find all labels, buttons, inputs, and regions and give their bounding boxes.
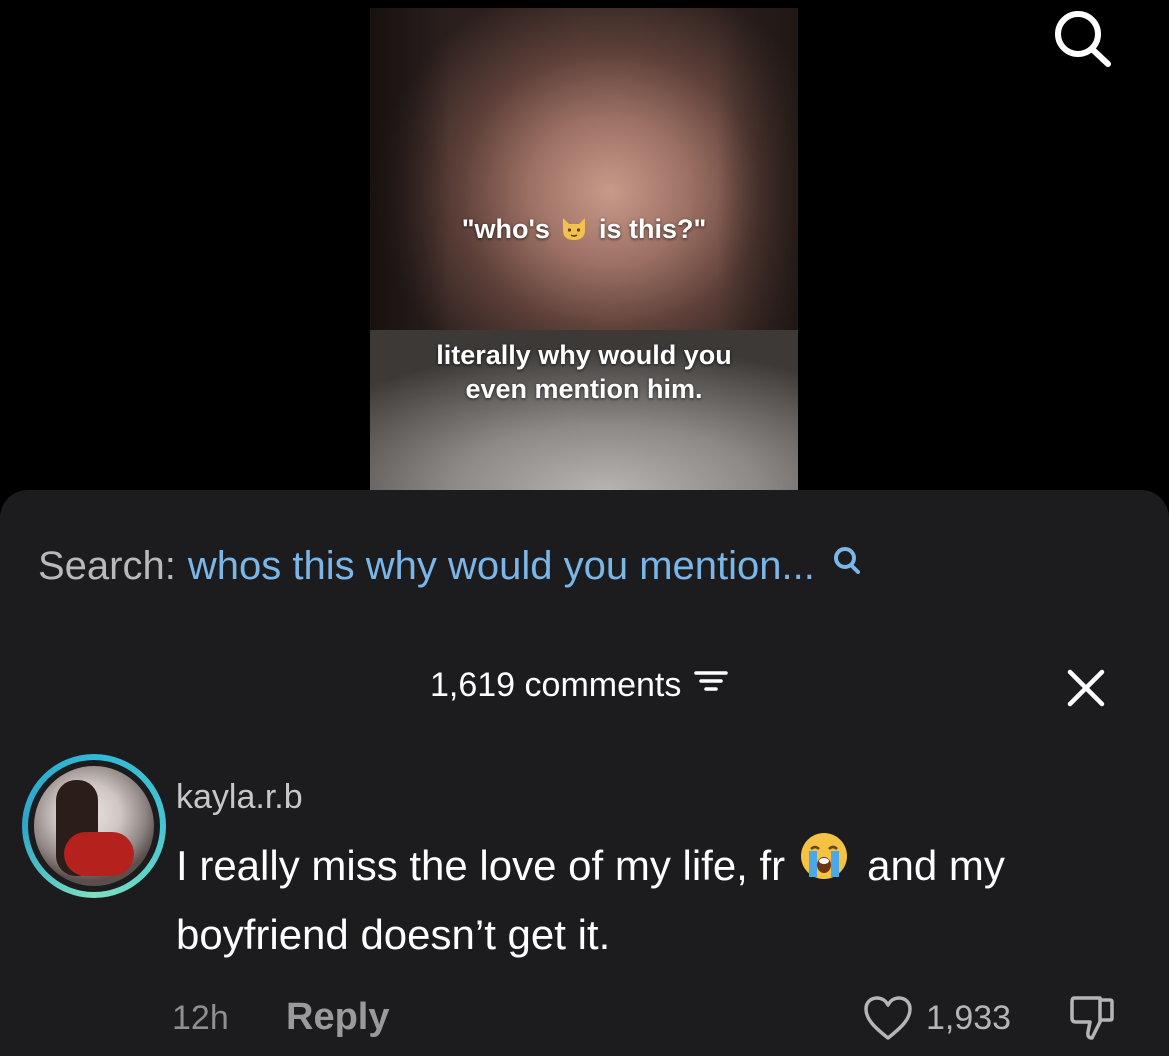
comment-timestamp: 12h bbox=[172, 999, 229, 1037]
comment-text: I really miss the love of my life, fr an… bbox=[176, 831, 1136, 967]
video-caption-line-2: literally why would you even mention him… bbox=[370, 338, 798, 406]
comment-text-start: I really miss the love of my life, fr bbox=[176, 842, 786, 889]
caption-text-line-3: even mention him. bbox=[465, 374, 703, 404]
video-caption-line-1: "who's is this?" bbox=[370, 212, 798, 246]
close-icon[interactable] bbox=[1060, 662, 1112, 714]
avatar-clothing bbox=[64, 832, 134, 876]
caption-text-line-2: literally why would you bbox=[436, 340, 732, 370]
search-small-icon[interactable] bbox=[832, 540, 862, 592]
search-suggestion[interactable]: Search: whos this why would you mention..… bbox=[38, 540, 862, 592]
search-icon[interactable] bbox=[1046, 8, 1116, 68]
comments-header: 1,619 comments bbox=[430, 662, 729, 708]
search-label: Search: bbox=[38, 544, 176, 588]
avatar[interactable] bbox=[22, 754, 166, 898]
filter-icon[interactable] bbox=[693, 662, 729, 708]
avatar-image bbox=[34, 766, 154, 886]
loudly-crying-face-icon bbox=[799, 831, 849, 899]
comments-count-label: 1,619 comments bbox=[430, 666, 682, 704]
comment-username[interactable]: kayla.r.b bbox=[176, 775, 303, 819]
like-count: 1,933 bbox=[926, 999, 1012, 1037]
caption-text-start: "who's bbox=[461, 214, 550, 244]
caption-text-end: is this?" bbox=[598, 214, 707, 244]
thumbs-down-icon[interactable] bbox=[1066, 992, 1118, 1044]
video-preview[interactable]: "who's is this?" literally why would you… bbox=[370, 8, 798, 490]
search-query-link[interactable]: whos this why would you mention... bbox=[188, 544, 815, 588]
heart-icon[interactable] bbox=[862, 994, 914, 1042]
cat-face-emoji-icon bbox=[563, 218, 586, 240]
reply-button[interactable]: Reply bbox=[286, 994, 389, 1040]
